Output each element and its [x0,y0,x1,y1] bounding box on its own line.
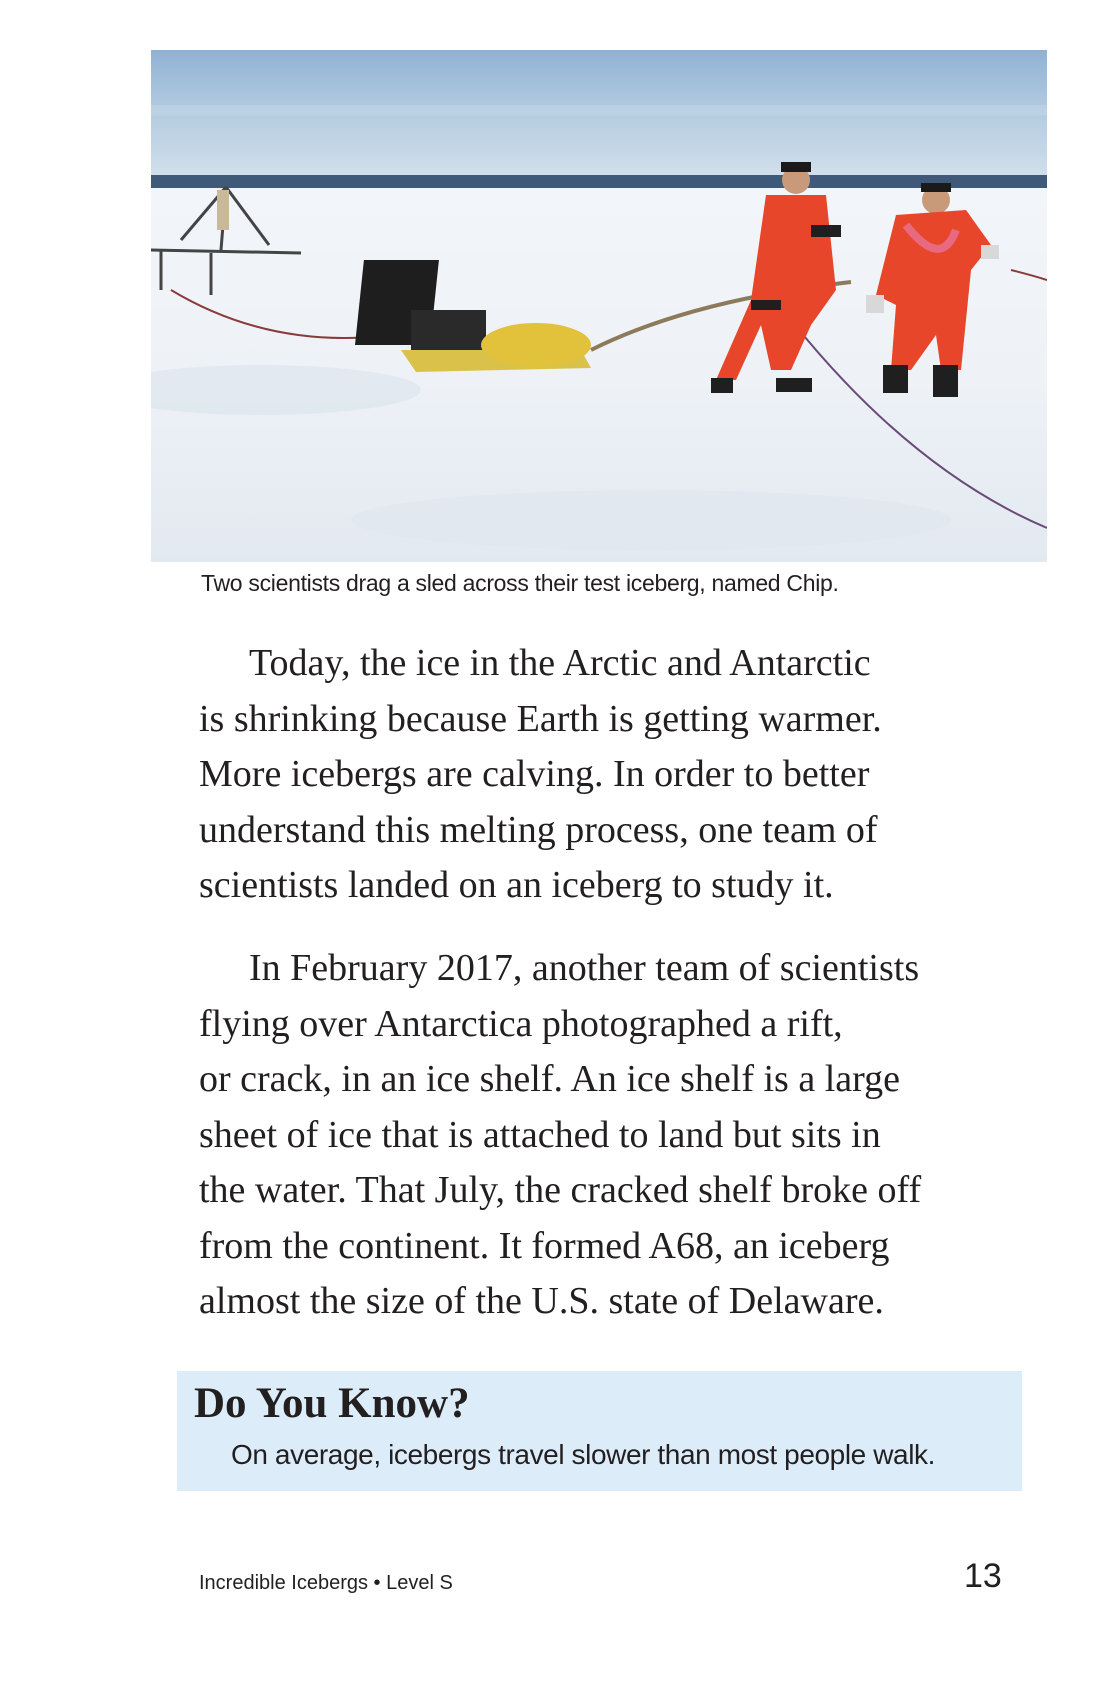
photo-scientists-sled-icon [151,50,1047,562]
paragraph-line: sheet of ice that is attached to land bu… [199,1113,881,1156]
paragraph-line: understand this melting process, one tea… [199,808,878,851]
do-you-know-text: On average, icebergs travel slower than … [231,1439,936,1470]
paragraph-line: scientists landed on an iceberg to study… [199,864,834,906]
photo-scientists-sled [151,50,1047,562]
do-you-know-box: Do You Know? On average, icebergs travel… [177,1371,1022,1491]
paragraph-line: the water. That July, the cracked shelf … [199,1169,922,1211]
paragraph-line: flying over Antarctica photographed a ri… [199,1002,843,1045]
do-you-know-title: Do You Know? [194,1380,470,1427]
paragraph-line: almost the size of the U.S. state of Del… [199,1280,884,1322]
paragraph-line: In February 2017, another team of scient… [249,947,920,989]
paragraph-1: Today, the ice in the Arctic and Antarct… [199,636,1019,914]
paragraph-line: Today, the ice in the Arctic and Antarct… [249,642,871,684]
paragraph-line: from the continent. It formed A68, an ic… [199,1224,890,1267]
paragraph-line: More icebergs are calving. In order to b… [199,753,870,795]
page-number: 13 [964,1557,1002,1595]
photo-caption: Two scientists drag a sled across their … [201,570,839,596]
paragraph-2: In February 2017, another team of scient… [199,941,1019,1330]
footer-book-title: Incredible Icebergs • Level S [199,1572,453,1594]
paragraph-line: or crack, in an ice shelf. An ice shelf … [199,1058,900,1100]
paragraph-line: is shrinking because Earth is getting wa… [199,697,882,740]
